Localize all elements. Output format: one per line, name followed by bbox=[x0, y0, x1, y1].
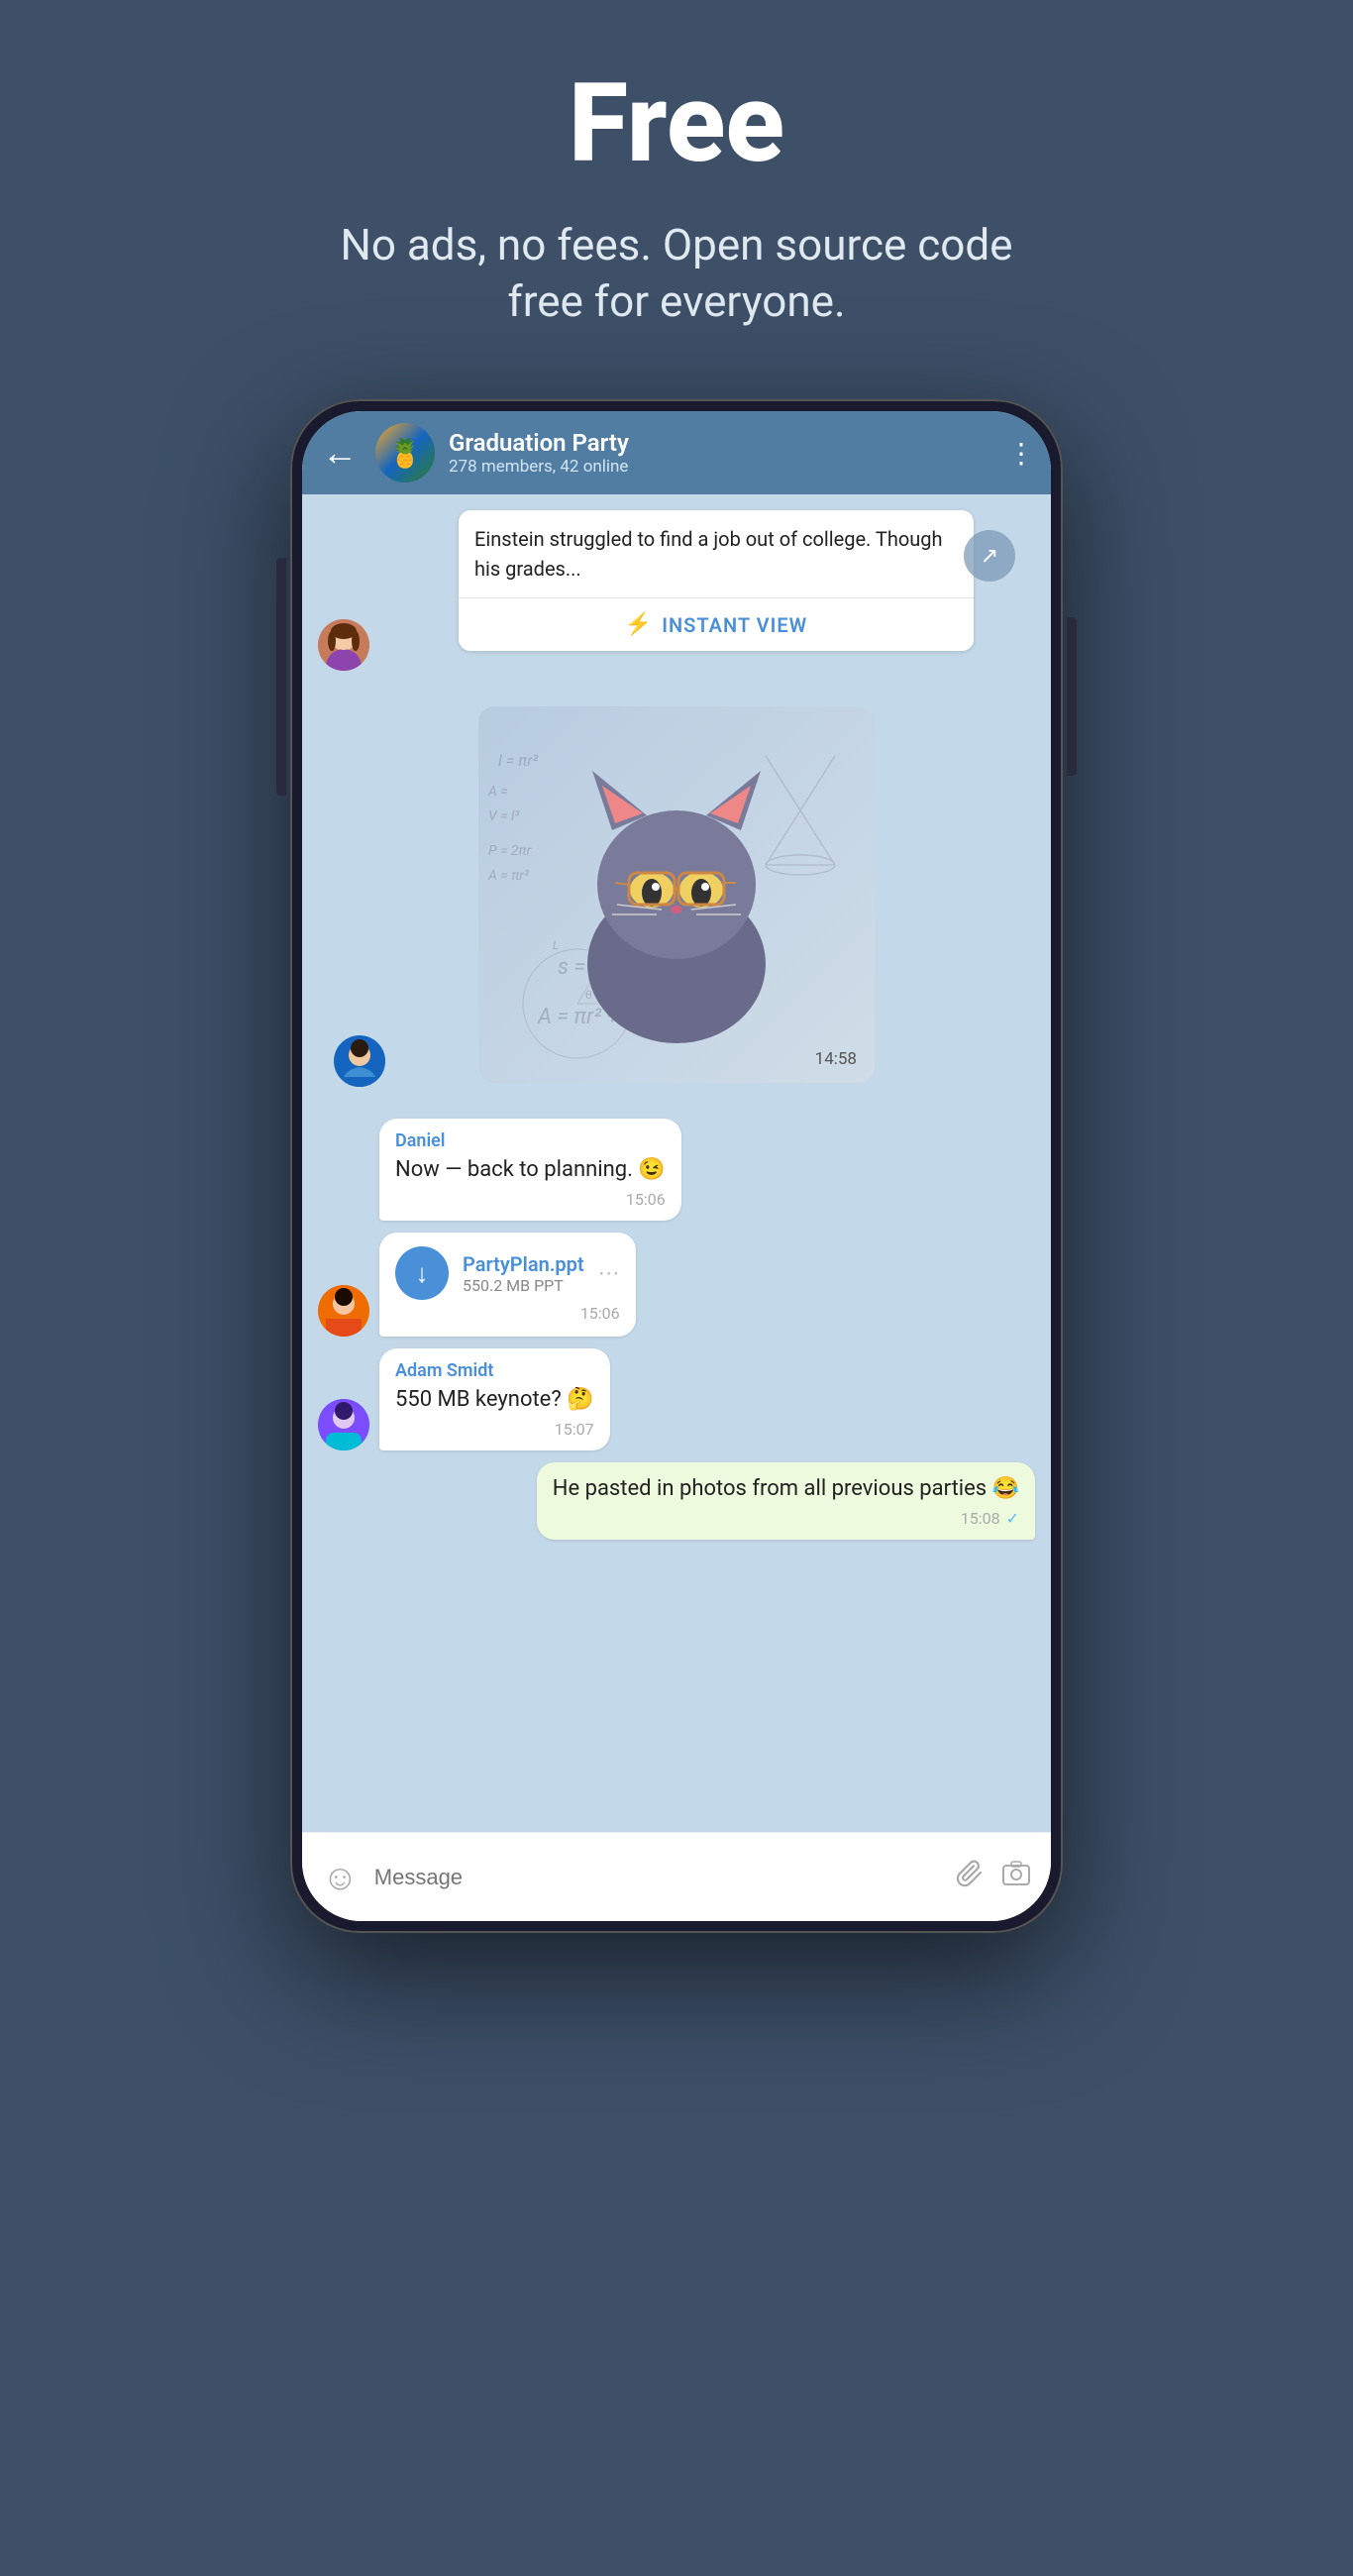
file-time: 15:06 bbox=[580, 1304, 620, 1323]
outgoing-bubble: He pasted in photos from all previous pa… bbox=[537, 1462, 1035, 1540]
file-message-row: ↓ PartyPlan.ppt 550.2 MB PPT ⋯ 15:06 bbox=[318, 1233, 1035, 1337]
page-subtitle: No ads, no fees. Open source code free f… bbox=[305, 217, 1048, 330]
article-message: Einstein struggled to find a job out of … bbox=[459, 510, 974, 651]
message-check-icon: ✓ bbox=[1006, 1509, 1019, 1528]
phone-screen: ← 🍍 Graduation Party 278 members, 42 onl… bbox=[302, 411, 1051, 1921]
message-time-adam: 15:07 bbox=[555, 1420, 594, 1439]
phone-shell: ← 🍍 Graduation Party 278 members, 42 onl… bbox=[290, 399, 1063, 1933]
instant-view-button[interactable]: ⚡ INSTANT VIEW bbox=[459, 597, 974, 651]
group-name: Graduation Party bbox=[449, 429, 993, 457]
sender-avatar-boy2 bbox=[318, 1285, 369, 1337]
chat-header: ← 🍍 Graduation Party 278 members, 42 onl… bbox=[302, 411, 1051, 494]
message-text-adam: 550 MB keynote? 🤔 bbox=[395, 1385, 594, 1416]
file-size: 550.2 MB PPT bbox=[463, 1276, 584, 1295]
svg-text:A = πr²: A = πr² bbox=[487, 868, 530, 884]
article-text: Einstein struggled to find a job out of … bbox=[459, 510, 974, 597]
instant-view-label: INSTANT VIEW bbox=[662, 613, 807, 637]
bubble-daniel: Daniel Now — back to planning. 😉 15:06 bbox=[379, 1119, 681, 1221]
group-info: Graduation Party 278 members, 42 online bbox=[449, 429, 993, 477]
outgoing-message-text: He pasted in photos from all previous pa… bbox=[553, 1474, 1019, 1505]
svg-text:V = l³: V = l³ bbox=[488, 808, 520, 824]
emoji-button[interactable]: ☺ bbox=[322, 1857, 359, 1898]
group-members: 278 members, 42 online bbox=[449, 457, 993, 477]
sender-name-adam: Adam Smidt bbox=[395, 1360, 594, 1381]
outgoing-message-time: 15:08 bbox=[961, 1509, 1000, 1528]
sticker-time: 14:58 bbox=[815, 1049, 857, 1069]
back-button[interactable]: ← bbox=[318, 428, 362, 478]
group-avatar: 🍍 bbox=[375, 423, 435, 483]
sender-avatar-boy3 bbox=[318, 1399, 369, 1450]
message-input-bar: ☺ bbox=[302, 1832, 1051, 1921]
svg-text:A =: A = bbox=[487, 784, 508, 800]
sticker-message: l = πr² A = V = l³ P = 2πr A = πr² s = √… bbox=[318, 687, 1035, 1103]
message-daniel: Daniel Now — back to planning. 😉 15:06 bbox=[318, 1119, 1035, 1221]
bubble-adam: Adam Smidt 550 MB keynote? 🤔 15:07 bbox=[379, 1348, 610, 1450]
sender-avatar-boy1 bbox=[334, 1035, 385, 1087]
header-menu-button[interactable]: ⋮ bbox=[1007, 437, 1035, 470]
share-button[interactable]: ↗ bbox=[964, 530, 1015, 582]
page-title: Free bbox=[569, 59, 784, 187]
outgoing-message-row: He pasted in photos from all previous pa… bbox=[318, 1462, 1035, 1540]
svg-text:P = 2πr: P = 2πr bbox=[488, 843, 532, 859]
camera-button[interactable] bbox=[1001, 1859, 1031, 1896]
message-text-daniel: Now — back to planning. 😉 bbox=[395, 1155, 666, 1186]
message-time-daniel: 15:06 bbox=[626, 1190, 666, 1209]
instant-view-icon: ⚡ bbox=[625, 612, 652, 637]
message-input[interactable] bbox=[374, 1865, 940, 1890]
file-bubble: ↓ PartyPlan.ppt 550.2 MB PPT ⋯ 15:06 bbox=[379, 1233, 636, 1337]
download-button[interactable]: ↓ bbox=[395, 1246, 449, 1300]
sender-name-daniel: Daniel bbox=[395, 1130, 666, 1151]
file-menu-button[interactable]: ⋯ bbox=[598, 1261, 620, 1286]
sender-avatar-girl bbox=[318, 619, 369, 671]
svg-text:l = πr²: l = πr² bbox=[498, 751, 539, 770]
message-adam: Adam Smidt 550 MB keynote? 🤔 15:07 bbox=[318, 1348, 1035, 1450]
attachment-button[interactable] bbox=[956, 1859, 986, 1896]
chat-area: Einstein struggled to find a job out of … bbox=[302, 494, 1051, 1832]
file-name: PartyPlan.ppt bbox=[463, 1252, 584, 1276]
